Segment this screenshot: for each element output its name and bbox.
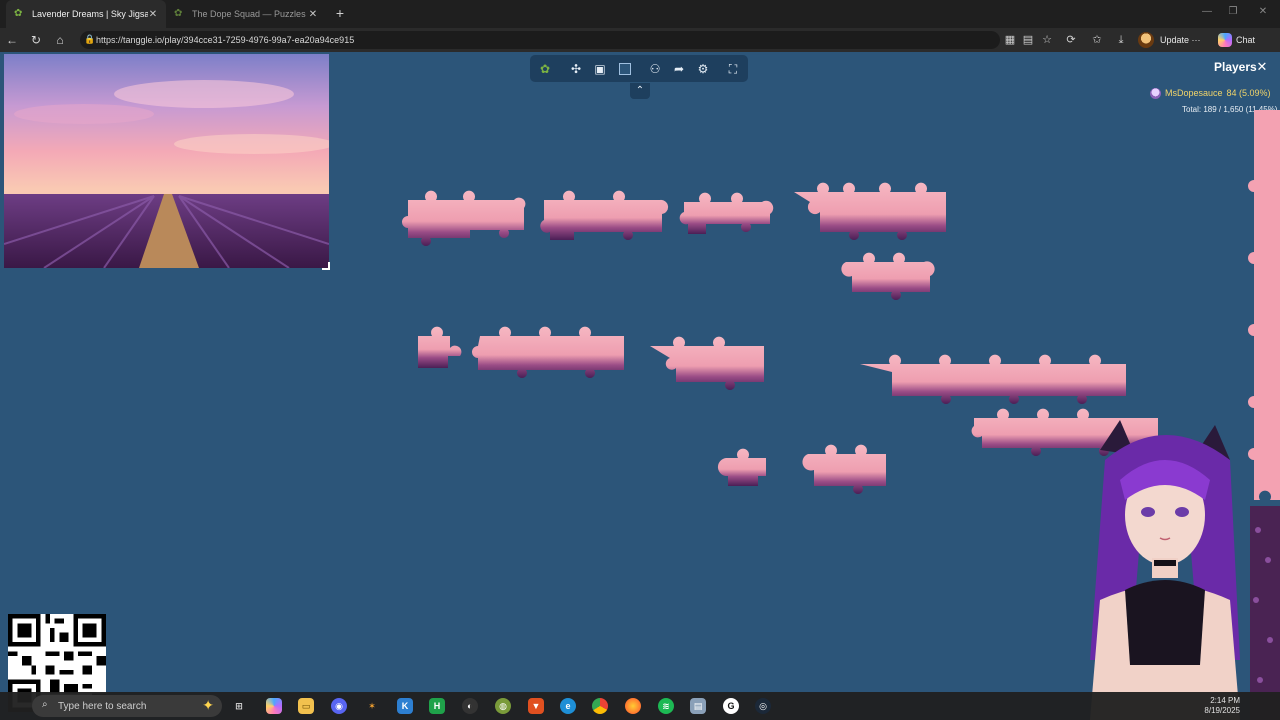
piece-group[interactable]: [402, 190, 526, 247]
app-k-icon[interactable]: K: [397, 698, 413, 714]
clock-time: 2:14 PM: [1210, 696, 1240, 705]
piece-group[interactable]: [841, 252, 935, 300]
edge-icon[interactable]: e: [560, 698, 576, 714]
piece-group[interactable]: [472, 326, 624, 378]
file-explorer-icon[interactable]: ▭: [298, 698, 314, 714]
discord-icon[interactable]: ◉: [331, 698, 347, 714]
steam-icon[interactable]: ◎: [755, 698, 771, 714]
app-game-icon[interactable]: ◍: [495, 698, 511, 714]
search-icon: ⌕: [42, 699, 48, 710]
piece-group[interactable]: [794, 182, 946, 241]
streamer-bot-icon[interactable]: ✶: [364, 698, 380, 714]
copilot-sparkle-icon: ✦: [202, 697, 214, 713]
windows-taskbar: ⌕ Type here to search ✦ ⊞ ▭ ◉ ✶ K H ◐ ◍ …: [0, 692, 1280, 720]
app-g-icon[interactable]: G: [723, 698, 739, 714]
piece-group[interactable]: [418, 326, 462, 368]
taskbar-clock[interactable]: 2:14 PM 8/19/2025: [1200, 696, 1240, 716]
piece-group[interactable]: [802, 444, 886, 494]
piece-group[interactable]: [650, 336, 764, 390]
copilot-app-icon[interactable]: [266, 698, 282, 714]
app-h-icon[interactable]: H: [429, 698, 445, 714]
obs-icon[interactable]: ◐: [462, 698, 478, 714]
search-placeholder: Type here to search: [58, 700, 147, 712]
clock-date: 8/19/2025: [1204, 706, 1240, 715]
spotify-icon[interactable]: ≋: [658, 698, 674, 714]
brave-icon[interactable]: ▼: [528, 698, 544, 714]
piece-group[interactable]: [540, 190, 669, 240]
piece-group[interactable]: [860, 354, 1126, 405]
vtuber-avatar-overlay: [1090, 420, 1240, 720]
chrome-icon[interactable]: [592, 698, 608, 714]
task-view-icon[interactable]: ⊞: [231, 698, 247, 714]
piece-group[interactable]: [717, 448, 766, 486]
firefox-icon[interactable]: [625, 698, 641, 714]
piece-group[interactable]: [679, 192, 774, 234]
app-window-icon[interactable]: ▤: [690, 698, 706, 714]
taskbar-search-box[interactable]: ⌕ Type here to search ✦: [32, 695, 222, 717]
